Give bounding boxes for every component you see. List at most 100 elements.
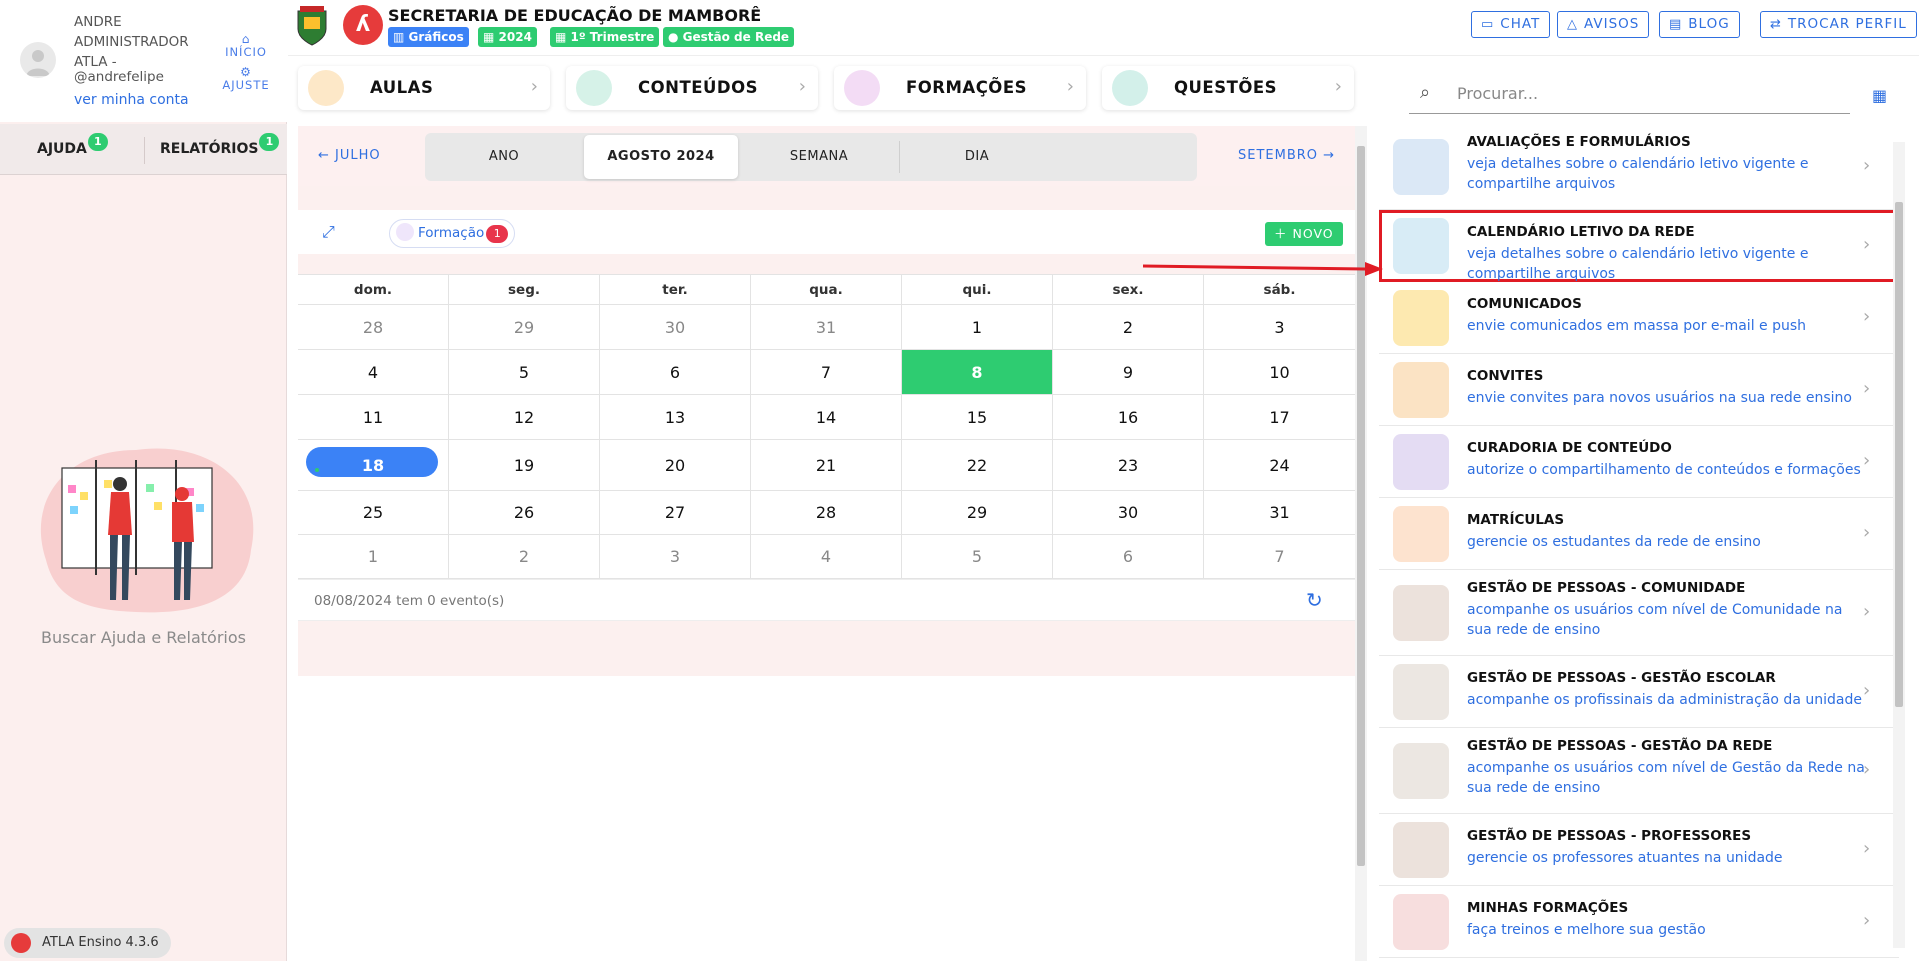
user-handle: @andrefelipe (74, 69, 164, 85)
settings-shortcut[interactable]: ⚙ AJUSTE (218, 66, 274, 92)
calendar-day[interactable]: 26 (449, 491, 600, 535)
calendar-day[interactable]: 2 (449, 535, 600, 579)
expand-icon[interactable]: ⤢ (322, 222, 342, 242)
calendar-day[interactable]: 28 (298, 305, 449, 350)
notices-button[interactable]: △ AVISOS (1557, 11, 1650, 38)
calendar-day-selected[interactable]: 8 (902, 350, 1053, 395)
year-chip[interactable]: ▦ 2024 (478, 27, 537, 47)
calendar-day[interactable]: 31 (751, 305, 902, 350)
calendar-day[interactable]: 3 (1204, 305, 1355, 350)
nav-card-formacoes[interactable]: FORMAÇÕES › (834, 66, 1086, 110)
new-event-button[interactable]: ＋ NOVO (1265, 222, 1343, 246)
scrollbar-thumb[interactable] (1895, 202, 1903, 707)
view-dia[interactable]: DIA (900, 135, 1054, 179)
calendar-day-number: 11 (362, 408, 384, 427)
calendar-day[interactable]: 7 (751, 350, 902, 395)
switch-profile-button[interactable]: ⇄ TROCAR PERFIL (1760, 11, 1917, 38)
calendar-day-number: 4 (367, 363, 379, 382)
tab-relatorios[interactable]: RELATÓRIOS 1 (160, 124, 280, 175)
menu-item[interactable]: CONVITES envie convites para novos usuári… (1379, 354, 1899, 426)
nav-card-aulas[interactable]: AULAS › (298, 66, 550, 110)
calendar-day[interactable]: 9 (1053, 350, 1204, 395)
scrollbar-thumb[interactable] (1357, 146, 1365, 866)
menu-item[interactable]: GESTÃO DE PESSOAS - COMUNIDADE acompanhe … (1379, 570, 1899, 656)
view-semana[interactable]: SEMANA (742, 135, 896, 179)
calendar-day[interactable]: 25 (298, 491, 449, 535)
calendar-day[interactable]: 12 (449, 395, 600, 440)
version-label: ATLA Ensino 4.3.6 (42, 935, 159, 950)
year-chip-label: 2024 (498, 30, 532, 44)
term-chip[interactable]: ▦ 1º Trimestre (550, 27, 660, 47)
calendar-day[interactable]: 30 (1053, 491, 1204, 535)
calendar-day[interactable]: 29 (902, 491, 1053, 535)
contents-icon (576, 70, 612, 106)
chat-button[interactable]: ▭ CHAT (1471, 11, 1551, 38)
menu-item-title: GESTÃO DE PESSOAS - GESTÃO ESCOLAR (1467, 670, 1776, 686)
calendar-day[interactable]: 22 (902, 440, 1053, 491)
calendar-day[interactable]: 30 (600, 305, 751, 350)
refresh-icon[interactable]: ↻ (1306, 588, 1323, 612)
calendar-day[interactable]: 21 (751, 440, 902, 491)
calendar-day[interactable]: 5 (449, 350, 600, 395)
calendar-day[interactable]: 1 (902, 305, 1053, 350)
calendar-day[interactable]: 15 (902, 395, 1053, 440)
calendar-day[interactable]: 5 (902, 535, 1053, 579)
certificate-icon (1393, 894, 1449, 950)
calendar-day[interactable]: 28 (751, 491, 902, 535)
calendar-day[interactable]: 17 (1204, 395, 1355, 440)
menu-item[interactable]: CALENDÁRIO LETIVO DA REDE veja detalhes s… (1379, 210, 1899, 282)
blog-button[interactable]: ▤ BLOG (1659, 11, 1740, 38)
calendar-day[interactable]: 6 (1053, 535, 1204, 579)
calendar-day[interactable]: 1 (298, 535, 449, 579)
chevron-right-icon: › (1863, 910, 1871, 931)
menu-item[interactable]: MINHAS FORMAÇÕES faça treinos e melhore s… (1379, 886, 1899, 958)
menu-item[interactable]: CURADORIA DE CONTEÚDO autorize o comparti… (1379, 426, 1899, 498)
role-chip[interactable]: ● Gestão de Rede (663, 27, 795, 47)
calendar-day[interactable]: 13 (600, 395, 751, 440)
menu-item[interactable]: MATRÍCULAS gerencie os estudantes da rede… (1379, 498, 1899, 570)
calendar-day[interactable]: 27 (600, 491, 751, 535)
calendar-day[interactable]: 19 (449, 440, 600, 491)
calendar-day[interactable]: 4 (298, 350, 449, 395)
nav-card-conteudos-label: CONTEÚDOS (638, 78, 758, 97)
next-month-button[interactable]: SETEMBRO → (1238, 148, 1335, 163)
menu-item[interactable]: AVALIAÇÕES E FORMULÁRIOS veja detalhes so… (1379, 124, 1899, 210)
calendar-day[interactable]: 6 (600, 350, 751, 395)
calendar-day[interactable]: 2 (1053, 305, 1204, 350)
view-account-link[interactable]: ver minha conta (74, 92, 189, 108)
calendar-day[interactable]: 31 (1204, 491, 1355, 535)
calendar-day[interactable]: 20 (600, 440, 751, 491)
calendar-day[interactable]: 7 (1204, 535, 1355, 579)
calendar-day[interactable]: 10 (1204, 350, 1355, 395)
calendar-day[interactable]: 29 (449, 305, 600, 350)
calendar-day[interactable]: 24 (1204, 440, 1355, 491)
calendar-day[interactable]: 11 (298, 395, 449, 440)
prev-month-button[interactable]: ← JULHO (318, 148, 381, 163)
tab-ajuda[interactable]: AJUDA 1 (37, 124, 108, 175)
menu-item[interactable]: GESTÃO DE PESSOAS - GESTÃO ESCOLAR acompa… (1379, 656, 1899, 728)
grid-view-icon[interactable]: ▦ (1872, 86, 1887, 105)
menu-item[interactable]: GESTÃO DE PESSOAS - GESTÃO DA REDE acompa… (1379, 728, 1899, 814)
calendar-day[interactable]: 23 (1053, 440, 1204, 491)
menu-item[interactable]: GESTÃO DE PESSOAS - PROFESSORES gerencie … (1379, 814, 1899, 886)
view-ano[interactable]: ANO (427, 135, 581, 179)
calendar-day-number: 22 (966, 456, 988, 475)
filter-chip-formacao[interactable]: Formação 1 (389, 219, 516, 248)
nav-card-questoes[interactable]: QUESTÕES › (1102, 66, 1354, 110)
nav-card-conteudos[interactable]: CONTEÚDOS › (566, 66, 818, 110)
menu-item[interactable]: COMUNICADOS envie comunicados em massa po… (1379, 282, 1899, 354)
calendar-day[interactable]: 4 (751, 535, 902, 579)
calendar-day-today[interactable]: 18 (298, 440, 449, 491)
calendar-day[interactable]: 3 (600, 535, 751, 579)
calendar-day[interactable]: 16 (1053, 395, 1204, 440)
left-sidebar: ANDRE ADMINISTRADOR ATLA - @andrefelipe … (0, 0, 287, 961)
home-shortcut[interactable]: ⌂ INÍCIO (218, 33, 274, 59)
avatar[interactable] (20, 42, 56, 78)
chevron-right-icon: › (1863, 155, 1871, 176)
charts-chip[interactable]: ▥ Gráficos (388, 27, 469, 47)
calendar-day[interactable]: 14 (751, 395, 902, 440)
view-month[interactable]: AGOSTO 2024 (584, 135, 738, 179)
right-scrollbar[interactable] (1893, 142, 1905, 948)
center-scrollbar[interactable] (1355, 126, 1367, 961)
search-input[interactable] (1457, 74, 1837, 112)
